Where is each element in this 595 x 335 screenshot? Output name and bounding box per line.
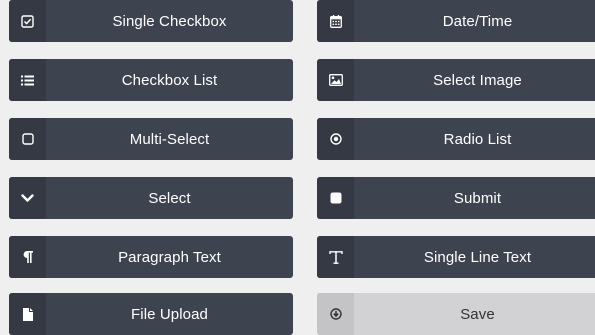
- button-label: Paragraph Text: [118, 248, 221, 266]
- submit-button[interactable]: Submit: [317, 177, 595, 219]
- single-checkbox-button[interactable]: Single Checkbox: [9, 0, 293, 42]
- multi-select-button[interactable]: Multi-Select: [9, 118, 293, 160]
- button-label: Date/Time: [442, 12, 513, 30]
- paragraph-icon: [9, 236, 46, 278]
- button-label: Save: [460, 305, 495, 323]
- calendar-icon: [317, 0, 354, 42]
- button-label: Single Line Text: [423, 248, 532, 266]
- chevron-down-icon: [9, 177, 46, 219]
- button-label: Select: [148, 189, 191, 207]
- file-icon: [9, 293, 46, 335]
- button-label: Multi-Select: [129, 130, 210, 148]
- download-circle-icon: [317, 293, 354, 335]
- square-icon: [317, 177, 354, 219]
- button-label: Single Checkbox: [112, 12, 227, 30]
- button-label: Checkbox List: [121, 71, 218, 89]
- button-label: File Upload: [131, 305, 208, 323]
- checkbox-empty-icon: [9, 118, 46, 160]
- select-image-button[interactable]: Select Image: [317, 59, 595, 101]
- button-label: Radio List: [443, 130, 512, 148]
- radio-icon: [317, 118, 354, 160]
- paragraph-text-button[interactable]: Paragraph Text: [9, 236, 293, 278]
- image-icon: [317, 59, 354, 101]
- field-palette: Single Checkbox Checkbox List Multi-Sele…: [9, 0, 595, 335]
- date-time-button[interactable]: Date/Time: [317, 0, 595, 42]
- list-icon: [9, 59, 46, 101]
- button-label: Select Image: [433, 71, 522, 89]
- single-line-text-button[interactable]: Single Line Text: [317, 236, 595, 278]
- text-icon: [317, 236, 354, 278]
- checkbox-checked-icon: [9, 0, 46, 42]
- select-button[interactable]: Select: [9, 177, 293, 219]
- radio-list-button[interactable]: Radio List: [317, 118, 595, 160]
- button-label: Submit: [453, 189, 502, 207]
- checkbox-list-button[interactable]: Checkbox List: [9, 59, 293, 101]
- file-upload-button[interactable]: File Upload: [9, 293, 293, 335]
- save-button[interactable]: Save: [317, 293, 595, 335]
